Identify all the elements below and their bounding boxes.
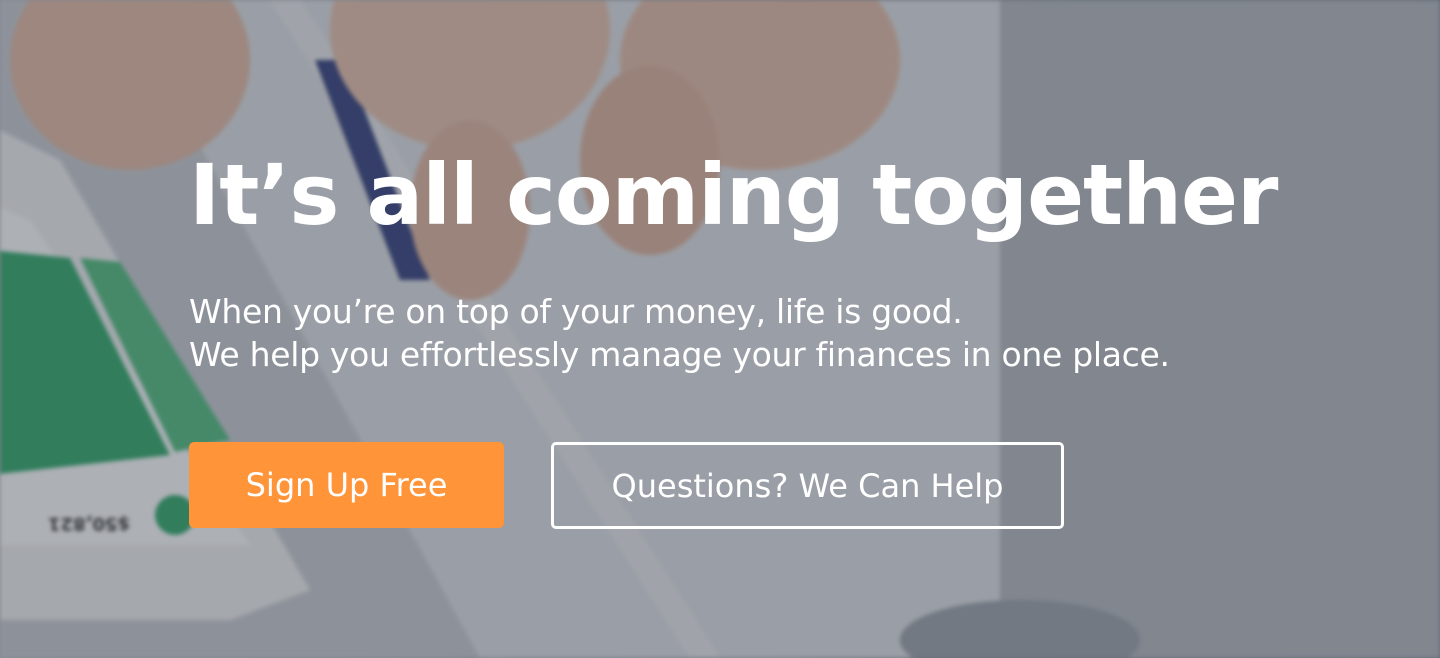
questions-help-button[interactable]: Questions? We Can Help bbox=[551, 442, 1064, 529]
hero-content: It’s all coming together When you’re on … bbox=[189, 140, 1339, 376]
hero-subtext: When you’re on top of your money, life i… bbox=[189, 290, 1339, 376]
hero-subtext-line-1: When you’re on top of your money, life i… bbox=[189, 292, 963, 331]
hero-banner: $50,821 It’s all coming together When yo… bbox=[0, 0, 1440, 658]
hero-subtext-line-2: We help you effortlessly manage your fin… bbox=[189, 335, 1170, 374]
hero-headline: It’s all coming together bbox=[189, 146, 1278, 244]
sign-up-free-button[interactable]: Sign Up Free bbox=[189, 442, 504, 528]
